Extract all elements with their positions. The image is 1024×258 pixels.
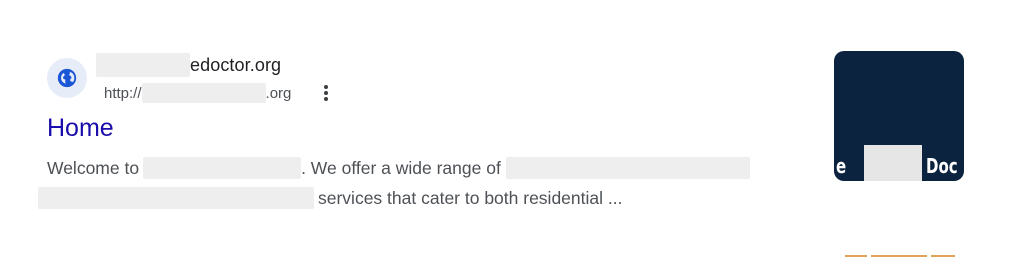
divider <box>845 255 867 257</box>
redacted-text <box>141 83 266 103</box>
site-url[interactable]: http:// .org <box>104 82 291 104</box>
result-thumbnail[interactable]: e Doc <box>834 51 964 181</box>
more-options-button[interactable] <box>316 82 336 104</box>
site-name[interactable]: edoctor.org <box>96 52 281 78</box>
divider <box>871 255 927 257</box>
more-vert-icon <box>323 84 329 102</box>
result-snippet-line: services that cater to both residential … <box>38 185 622 211</box>
site-name-text: edoctor.org <box>190 54 282 75</box>
redacted-text <box>143 157 302 179</box>
redacted-text <box>505 157 750 179</box>
snippet-text: Welcome to <box>47 157 140 178</box>
result-title-link[interactable]: Home <box>47 114 114 143</box>
redacted-logo <box>864 145 922 181</box>
snippet-text: services that cater to both residential … <box>318 187 623 208</box>
globe-icon <box>56 67 78 89</box>
thumbnail-logo-text: e <box>836 154 847 178</box>
thumbnail-logo-text: Doc <box>926 154 958 178</box>
result-snippet-line: Welcome to . We offer a wide range of <box>47 155 750 181</box>
url-prefix: http:// <box>104 84 142 102</box>
site-favicon[interactable] <box>47 58 87 98</box>
redacted-text <box>38 187 314 209</box>
redacted-text <box>96 53 190 77</box>
snippet-text: . We offer a wide range of <box>301 157 501 178</box>
url-suffix: .org <box>265 84 292 102</box>
divider <box>931 255 955 257</box>
